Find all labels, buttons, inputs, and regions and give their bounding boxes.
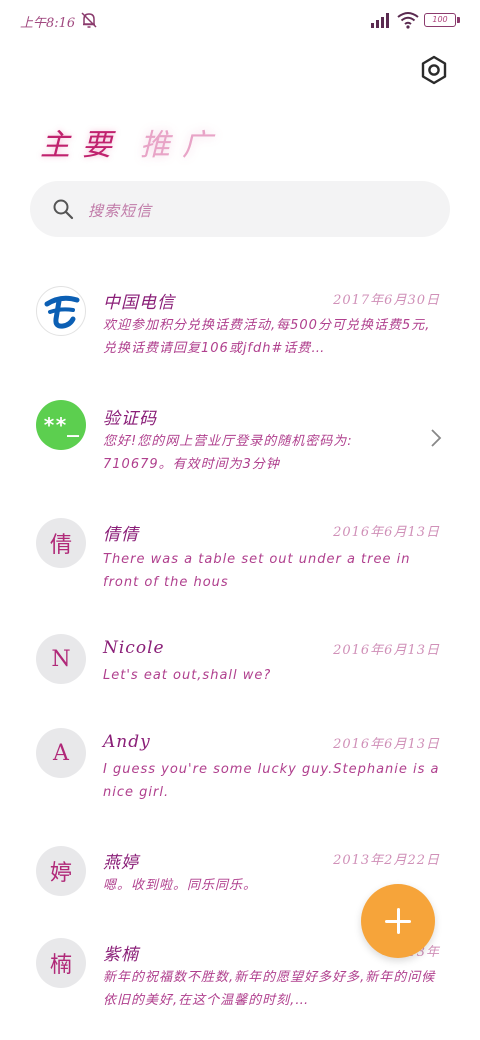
avatar: 婷 — [36, 846, 86, 896]
message-date: 2013年2月22日 — [333, 853, 440, 868]
contact-name: Andy — [103, 732, 151, 752]
telecom-logo-icon — [36, 286, 86, 336]
conversation-item[interactable]: 中国电信 2017年6月30日 欢迎参加积分兑换话费活动,每500分可兑换话费5… — [0, 280, 480, 380]
new-message-button[interactable] — [361, 884, 435, 958]
contact-name: 验证码 — [103, 409, 157, 429]
message-preview: I guess you're some lucky guy.Stephanie … — [103, 762, 440, 800]
contact-name: Nicole — [103, 638, 165, 658]
message-preview: 您好!您的网上营业厅登录的随机密码为: 710679。有效时间为3分钟 — [103, 434, 353, 472]
message-preview: 嗯。收到啦。同乐同乐。 — [103, 878, 258, 893]
status-bar: 上午8:16 100 — [0, 0, 480, 42]
message-preview: 欢迎参加积分兑换话费活动,每500分可兑换话费5元,兑换话费请回复106或jfd… — [103, 318, 431, 356]
avatar: **_ — [36, 400, 86, 450]
message-date: 2016年6月13日 — [333, 643, 440, 658]
wifi-icon — [397, 12, 419, 29]
chevron-right-icon[interactable] — [428, 428, 444, 448]
message-preview: 新年的祝福数不胜数,新年的愿望好多好多,新年的问候依旧的美好,在这个温馨的时刻,… — [103, 970, 436, 1008]
signal-icon — [371, 13, 389, 28]
conversation-item[interactable]: 倩 倩倩 2016年6月13日 There was a table set ou… — [0, 512, 480, 612]
avatar: 倩 — [36, 518, 86, 568]
status-time: 上午8:16 — [20, 16, 76, 31]
search-icon — [53, 199, 74, 220]
tab-main[interactable]: 主要 — [40, 120, 124, 164]
message-preview: There was a table set out under a tree i… — [103, 552, 411, 590]
settings-icon[interactable] — [418, 54, 450, 86]
conversation-item[interactable]: N Nicole 2016年6月13日 Let's eat out,shall … — [0, 630, 480, 710]
contact-name: 倩倩 — [103, 525, 139, 545]
message-date: 2016年6月13日 — [333, 737, 440, 752]
conversation-item[interactable]: A Andy 2016年6月13日 I guess you're some lu… — [0, 724, 480, 824]
contact-name: 燕婷 — [103, 853, 139, 873]
battery-indicator: 100 — [424, 13, 460, 27]
avatar: N — [36, 634, 86, 684]
search-bar[interactable]: 搜索短信 — [30, 181, 450, 237]
contact-name: 紫楠 — [103, 945, 139, 965]
message-date: 2017年6月30日 — [333, 293, 440, 308]
avatar: A — [36, 728, 86, 778]
bell-off-icon — [81, 12, 97, 28]
conversation-item[interactable]: **_ 验证码 您好!您的网上营业厅登录的随机密码为: 710679。有效时间为… — [0, 396, 480, 496]
search-placeholder: 搜索短信 — [88, 202, 153, 220]
avatar: 楠 — [36, 938, 86, 988]
tab-promotions[interactable]: 推广 — [140, 120, 224, 164]
message-date: 2016年6月13日 — [333, 525, 440, 540]
contact-name: 中国电信 — [103, 293, 175, 313]
message-preview: Let's eat out,shall we? — [103, 668, 272, 683]
